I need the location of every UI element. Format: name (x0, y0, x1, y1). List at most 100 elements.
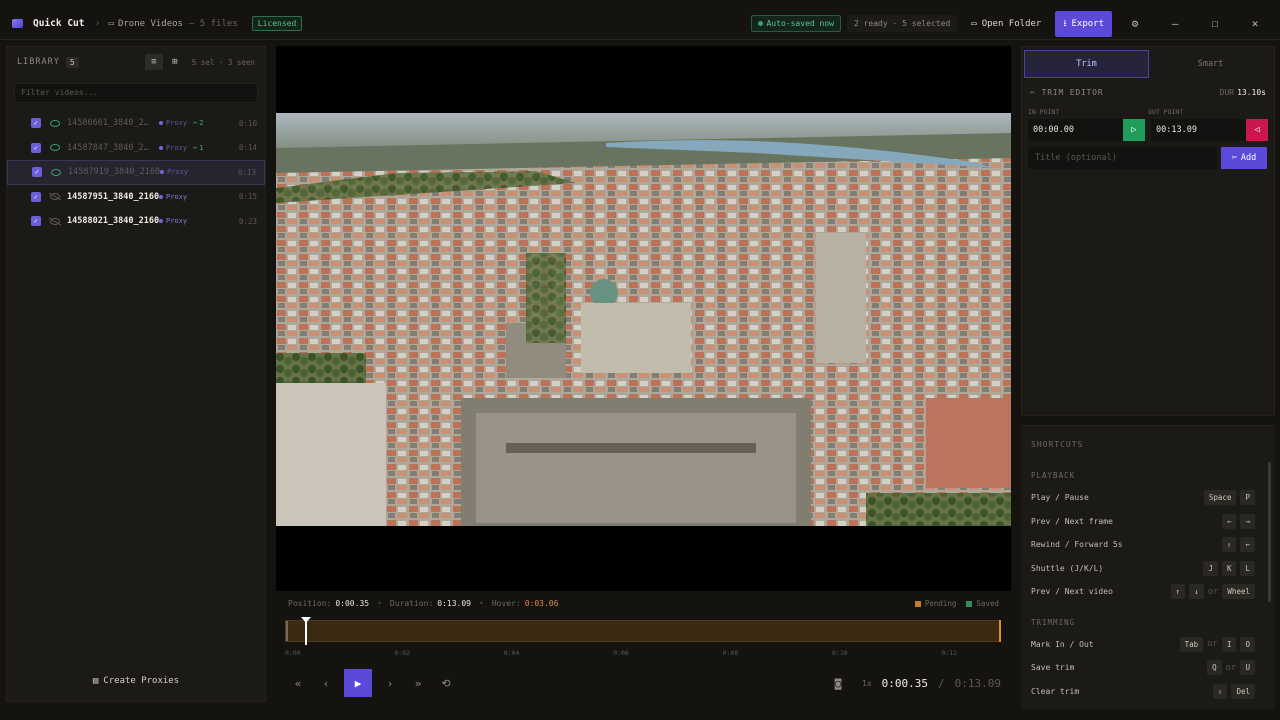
key-cap: Del (1231, 683, 1255, 699)
video-name: 14587919_3840_2160_… (68, 167, 160, 178)
video-duration: 0:13 (237, 167, 256, 177)
shortcut-row: Prev / Next frame ← → (1021, 510, 1275, 534)
checkbox-checked[interactable]: ✓ (32, 167, 42, 178)
proxy-label: Proxy (167, 168, 189, 177)
out-point-input[interactable]: 00:13.09 (1151, 119, 1246, 141)
library-title: LIBRARY (17, 57, 60, 67)
proxy-badge: Proxy (159, 217, 187, 225)
grid-view-icon[interactable]: ⊞ (166, 54, 184, 70)
clip-title-input[interactable]: Title (optional) (1028, 147, 1217, 169)
selection-status: 2 ready · 5 selected (846, 15, 958, 32)
trim-duration: DUR 13.10s (1219, 87, 1266, 97)
shortcut-label: Prev / Next video (1031, 587, 1113, 597)
next-frame-icon[interactable]: › (376, 669, 404, 697)
skip-forward-icon[interactable]: » (404, 669, 432, 697)
unseen-eye-icon (50, 217, 60, 225)
key-cap: ⇧ (1221, 537, 1237, 553)
key-cap: L (1240, 560, 1255, 576)
export-label: Export (1071, 18, 1104, 29)
list-item-selected[interactable]: ✓ 14587919_3840_2160_… Proxy 0:13 (7, 160, 265, 185)
list-item[interactable]: ✓ 14588021_3840_2160_… Proxy 0:23 (7, 209, 265, 234)
key-cap: O (1240, 636, 1255, 652)
autosave-dot-icon (757, 21, 763, 26)
key-cap: Space (1203, 490, 1237, 506)
or-separator: or (1207, 639, 1218, 650)
out-marker[interactable] (999, 620, 1001, 642)
playback-speed[interactable]: 1x (862, 679, 872, 688)
clip-count-value: 1 (199, 143, 204, 152)
duration-label: Duration: (389, 598, 434, 608)
license-badge: Licensed (251, 16, 303, 31)
app-window: Quick Cut › ▭ Drone Videos — 5 files Lic… (0, 0, 1280, 720)
tab-smart[interactable]: Smart (1149, 50, 1272, 78)
video-frame[interactable] (276, 113, 1011, 526)
duration-value: 0:13.09 (437, 598, 471, 608)
proxy-badge: Proxy (160, 168, 188, 176)
list-item[interactable]: ✓ 14587847_3840_2… Proxy ✂ 1 0:14 (7, 136, 265, 161)
playhead-handle[interactable] (301, 617, 312, 645)
shortcuts-panel: SHORTCUTS PLAYBACK Play / Pause Space P Pre… (1021, 425, 1275, 710)
tick-label: 0:06 (613, 649, 629, 657)
video-player[interactable] (276, 46, 1011, 591)
timeline-scrubber[interactable] (285, 617, 1001, 645)
out-point-field[interactable]: 00:13.09 ◁ (1151, 119, 1268, 141)
set-in-point-button[interactable]: ▷ (1123, 119, 1145, 141)
or-separator: or (1207, 586, 1219, 597)
proxy-label: Proxy (166, 217, 188, 226)
maximize-icon[interactable]: ☐ (1198, 17, 1232, 30)
prev-frame-icon[interactable]: ‹ (312, 669, 340, 697)
seen-eye-icon (50, 119, 60, 127)
tab-trim[interactable]: Trim (1024, 50, 1149, 78)
shortcut-row: Rewind / Forward 5s ⇧ ← (1021, 533, 1275, 557)
add-clip-button[interactable]: ✂ Add (1221, 147, 1267, 169)
checkbox-checked[interactable]: ✓ (31, 118, 41, 129)
key-cap: K (1221, 560, 1237, 576)
video-duration: 0:15 (238, 192, 257, 202)
key-cap: J (1203, 560, 1218, 576)
autosave-label: Auto-saved now (766, 19, 834, 28)
camera-snapshot-icon[interactable]: ◙ (824, 669, 852, 697)
in-point-label: IN POINT (1028, 108, 1060, 116)
shortcuts-title: SHORTCUTS (1031, 440, 1084, 449)
seen-eye-icon (50, 144, 60, 152)
in-point-input[interactable]: 00:00.00 (1028, 119, 1123, 141)
key-cap: ↑ (1170, 584, 1186, 600)
in-point-field[interactable]: 00:00.00 ▷ (1028, 119, 1145, 141)
create-proxies-button[interactable]: ▤ Create Proxies (7, 671, 265, 691)
playback-info-bar: Position: 0:00.35 • Duration: 0:13.09 • … (288, 598, 999, 608)
key-cap: Q (1207, 660, 1222, 676)
close-icon[interactable]: ✕ (1238, 17, 1272, 30)
video-name: 14588021_3840_2160_… (67, 216, 159, 227)
editor-panel: Trim Smart ✂ TRIM EDITOR DUR 13.10s IN PO… (1021, 46, 1275, 416)
skip-back-icon[interactable]: « (284, 669, 312, 697)
checkbox-checked[interactable]: ✓ (31, 216, 41, 227)
key-cap: → (1240, 513, 1255, 529)
shortcut-row: Mark In / Out Tab or I O (1021, 633, 1275, 657)
export-icon: ⭳ (1063, 18, 1067, 29)
export-button[interactable]: ⭳ Export (1055, 10, 1112, 37)
list-item[interactable]: ✓ 14587951_3840_2160_… Proxy 0:15 (7, 185, 265, 210)
list-view-icon[interactable]: ≡ (144, 54, 163, 70)
set-out-point-button[interactable]: ◁ (1246, 119, 1268, 141)
filter-input[interactable]: Filter videos... (14, 83, 258, 103)
folder-icon: ▭ (108, 18, 114, 29)
minimize-icon[interactable]: — (1158, 17, 1192, 30)
breadcrumb-folder[interactable]: ▭ Drone Videos (109, 19, 183, 29)
library-stats: 5 sel · 3 seen (191, 57, 255, 67)
list-item[interactable]: ✓ 14586661_3840_2… Proxy ✂ 2 0:10 (7, 111, 265, 136)
folder-name: Drone Videos (117, 18, 183, 29)
play-button[interactable]: ▶ (344, 669, 372, 697)
shortcut-row: Play / Pause Space P (1021, 486, 1275, 510)
video-name: 14586661_3840_2… (67, 118, 149, 129)
scrollbar[interactable] (1268, 462, 1271, 602)
settings-icon[interactable]: ⚙ (1118, 17, 1152, 30)
hover-value: 0:03.06 (524, 598, 559, 608)
checkbox-checked[interactable]: ✓ (31, 191, 41, 202)
loop-icon[interactable]: ⟲ (432, 669, 460, 697)
shortcut-label: Prev / Next frame (1031, 516, 1113, 526)
playback-section-title: PLAYBACK (1031, 471, 1076, 480)
checkbox-checked[interactable]: ✓ (31, 142, 41, 153)
open-folder-button[interactable]: ▭ Open Folder (963, 15, 1049, 33)
video-list: ✓ 14586661_3840_2… Proxy ✂ 2 0:10 ✓ 14587… (7, 111, 265, 234)
shortcut-row: Clear trim ⇧ Del (1021, 680, 1275, 704)
